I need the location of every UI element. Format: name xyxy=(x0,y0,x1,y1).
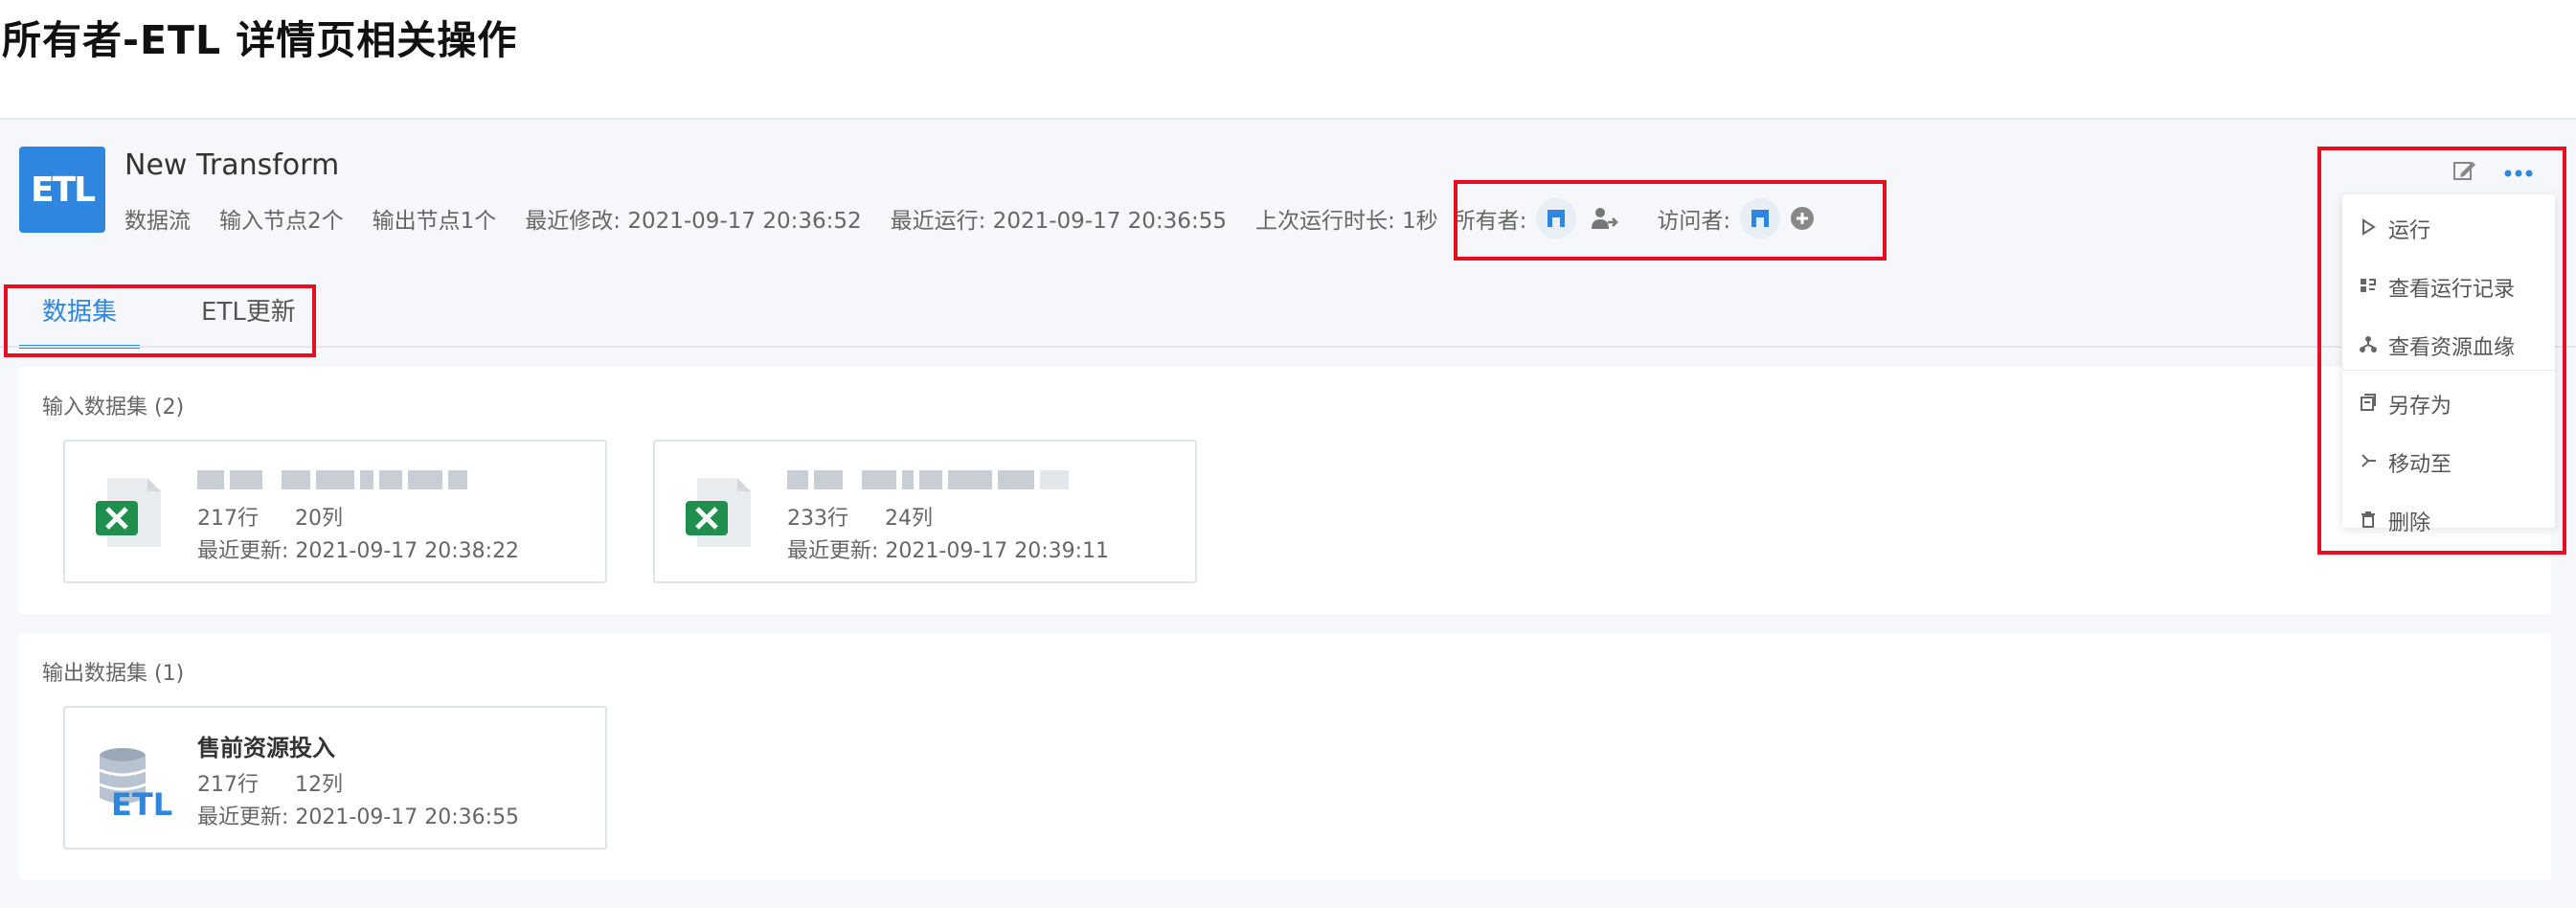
blurred-dataset-name xyxy=(787,470,1069,489)
meta-type: 数据流 xyxy=(124,209,191,234)
dataset-stats: 217行 20列 xyxy=(197,501,343,532)
blurred-dataset-name xyxy=(197,470,467,489)
svg-text:ETL: ETL xyxy=(111,786,172,821)
output-datasets-section: 输出数据集 (1) ETL 售前资源投入 217行 12列 最近更新: 2021-… xyxy=(19,633,2551,880)
updated-time: 最近更新: 2021-09-17 20:36:55 xyxy=(197,806,520,829)
meta-inputs: 输入节点2个 xyxy=(219,209,344,234)
input-datasets-section: 输入数据集 (2) 217行 20列 最近更新: 2021-09-17 20:38… xyxy=(19,367,2551,614)
input-dataset-card[interactable]: 217行 20列 最近更新: 2021-09-17 20:38:22 xyxy=(63,440,607,583)
etl-detail-page: ETL New Transform 数据流 输入节点2个 输出节点1个 最近修改… xyxy=(0,118,2576,908)
row-count: 217行 xyxy=(197,773,259,797)
dataset-stats: 233行 24列 xyxy=(787,501,933,532)
column-count: 12列 xyxy=(295,773,343,797)
meta-duration: 上次运行时长: 1秒 xyxy=(1254,209,1438,234)
output-dataset-card[interactable]: ETL 售前资源投入 217行 12列 最近更新: 2021-09-17 20:3… xyxy=(63,706,607,850)
output-section-title: 输出数据集 (1) xyxy=(42,662,185,686)
tab-divider xyxy=(0,346,2576,348)
meta-outputs: 输出节点1个 xyxy=(372,209,497,234)
updated-time: 最近更新: 2021-09-17 20:38:22 xyxy=(197,539,520,563)
column-count: 20列 xyxy=(295,507,343,531)
updated-time: 最近更新: 2021-09-17 20:39:11 xyxy=(787,539,1110,563)
dataset-stats: 217行 12列 xyxy=(197,767,343,798)
meta-modified: 最近修改: 2021-09-17 20:36:52 xyxy=(525,209,862,234)
column-count: 24列 xyxy=(885,507,933,531)
menu-highlight xyxy=(2317,147,2566,555)
input-dataset-card[interactable]: 233行 24列 最近更新: 2021-09-17 20:39:11 xyxy=(653,440,1197,583)
etl-db-icon: ETL xyxy=(96,744,172,825)
meta-last-run: 最近运行: 2021-09-17 20:36:55 xyxy=(890,209,1227,234)
row-count: 217行 xyxy=(197,507,259,531)
excel-icon xyxy=(94,476,167,553)
owner-visitor-highlight xyxy=(1454,180,1887,261)
tabs-highlight xyxy=(4,284,316,357)
row-count: 233行 xyxy=(787,507,848,531)
excel-icon xyxy=(684,476,757,553)
input-section-title: 输入数据集 (2) xyxy=(42,396,185,420)
document-title: 所有者-ETL 详情页相关操作 xyxy=(2,17,518,63)
transform-name: New Transform xyxy=(124,148,340,182)
dataset-name: 售前资源投入 xyxy=(197,735,335,761)
etl-logo: ETL xyxy=(19,147,105,233)
